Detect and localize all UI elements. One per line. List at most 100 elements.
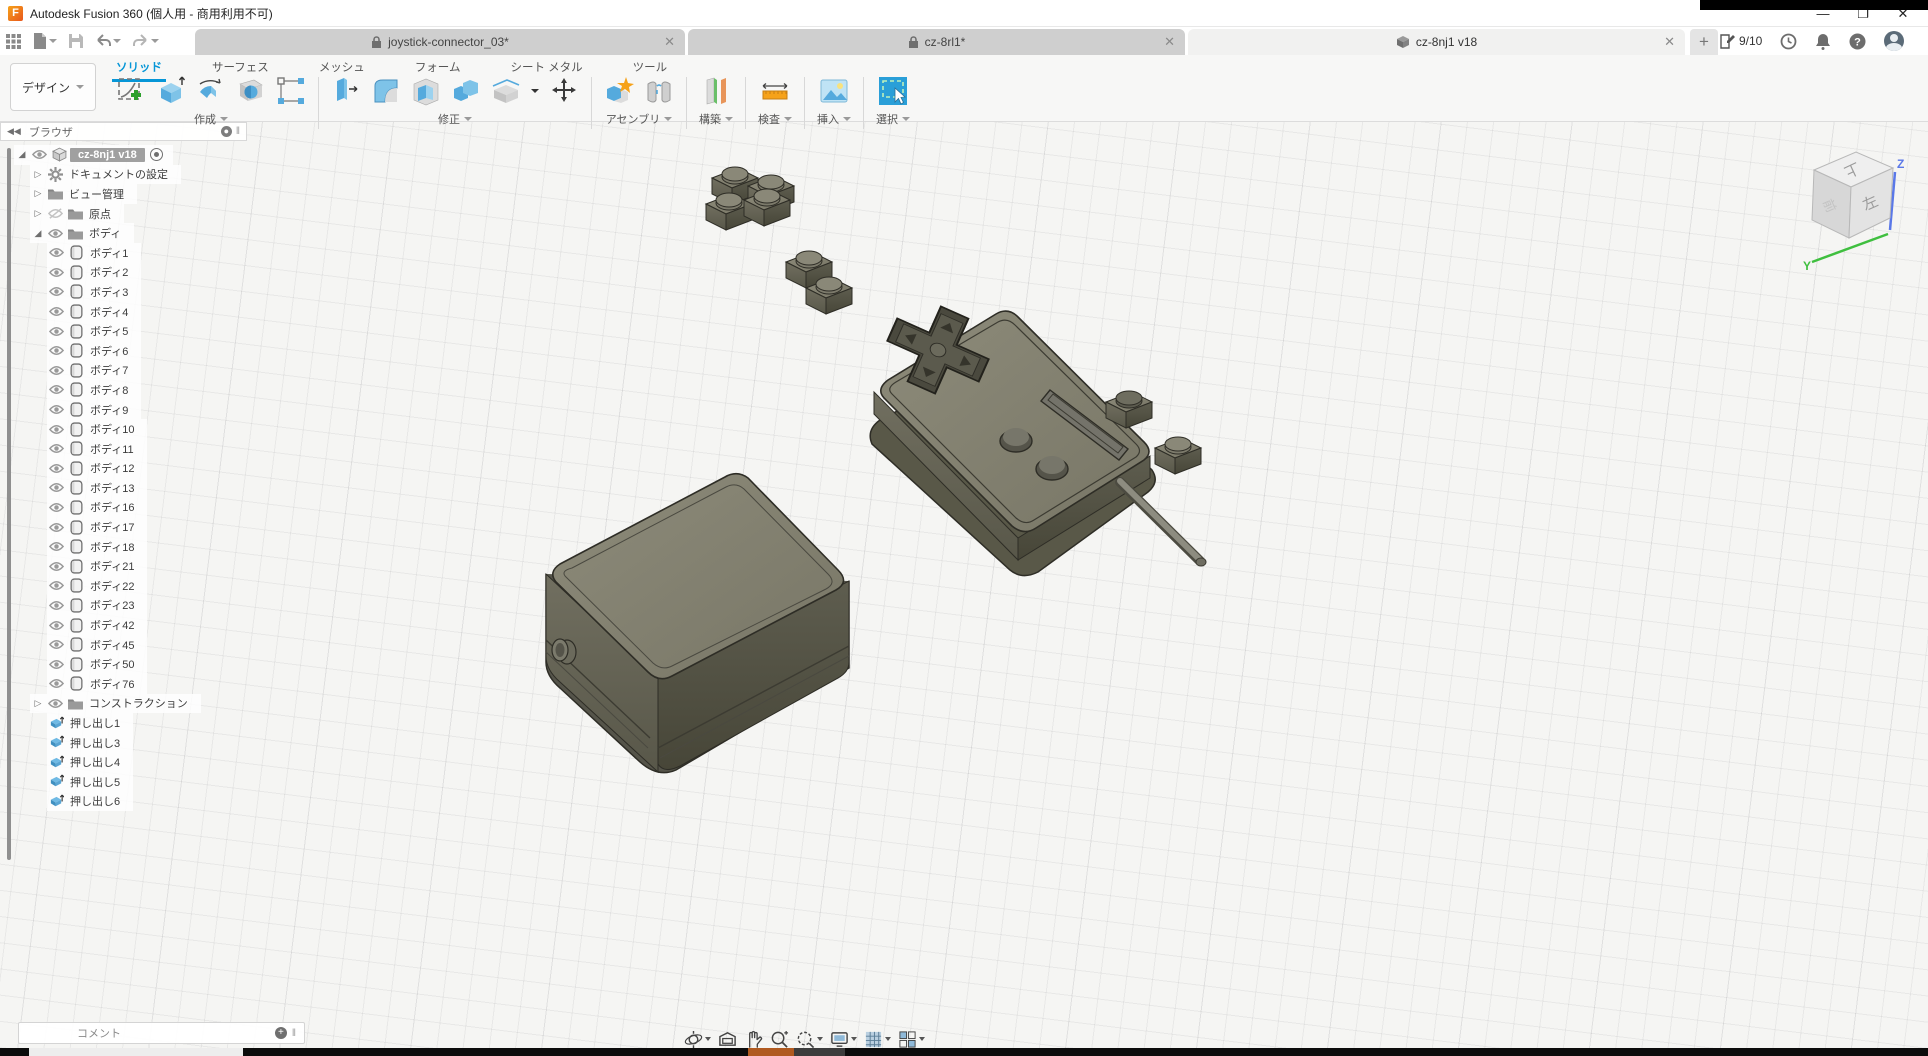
visibility-eye-icon[interactable] (47, 265, 65, 280)
visibility-eye-icon[interactable] (47, 343, 65, 358)
zoom-window-icon[interactable] (796, 1030, 823, 1049)
tree-body-row[interactable]: ボディ7 (47, 361, 141, 381)
tab-cz-8rl1[interactable]: cz-8rl1* ✕ (688, 29, 1185, 55)
hole-icon[interactable] (236, 76, 266, 106)
joint-icon[interactable] (644, 76, 674, 106)
visibility-eye-icon[interactable] (47, 461, 65, 476)
visibility-off-eye-icon[interactable] (46, 206, 64, 221)
visibility-eye-icon[interactable] (47, 441, 65, 456)
3d-viewport[interactable]: Y Z 上 左 前 ◀◀ ブラウザ ● ‖ ◢ (0, 122, 1928, 1048)
visibility-eye-icon[interactable] (47, 520, 65, 535)
select-icon[interactable] (878, 76, 908, 106)
tree-body-row[interactable]: ボディ21 (47, 556, 147, 576)
redo-icon[interactable] (133, 34, 159, 48)
measure-icon[interactable] (760, 76, 790, 106)
split-body-icon[interactable] (491, 76, 521, 106)
workspace-switcher[interactable]: デザイン (10, 63, 96, 111)
construction-plane-icon[interactable] (701, 76, 731, 106)
documents-quota[interactable]: 9/10 (1720, 34, 1762, 49)
look-at-icon[interactable] (718, 1030, 737, 1049)
app-grid-menu-icon[interactable] (6, 34, 21, 49)
orbit-icon[interactable] (684, 1030, 711, 1049)
move-copy-icon[interactable] (549, 76, 579, 106)
construct-dropdown[interactable]: 構築 (699, 111, 733, 127)
tree-extrude-row[interactable]: 押し出し6 (47, 792, 133, 812)
tree-body-row[interactable]: ボディ6 (47, 341, 141, 361)
tree-extrude-row[interactable]: 押し出し5 (47, 772, 133, 792)
visibility-eye-icon[interactable] (47, 402, 65, 417)
visibility-eye-icon[interactable] (47, 363, 65, 378)
visibility-eye-icon[interactable] (30, 147, 48, 162)
tree-body-row[interactable]: ボディ42 (47, 615, 147, 635)
visibility-eye-icon[interactable] (47, 324, 65, 339)
tree-body-row[interactable]: ボディ23 (47, 596, 147, 616)
tree-body-row[interactable]: ボディ16 (47, 498, 147, 518)
visibility-eye-icon[interactable] (46, 226, 64, 241)
viewports-icon[interactable] (898, 1030, 925, 1049)
tree-view-mgmt-row[interactable]: ▷ ビュー管理 (30, 184, 137, 204)
tree-body-row[interactable]: ボディ5 (47, 321, 141, 341)
tree-root-row[interactable]: ◢ cz-8nj1 v18 (14, 145, 173, 165)
tree-body-row[interactable]: ボディ13 (47, 478, 147, 498)
extrude-icon[interactable] (156, 76, 186, 106)
visibility-eye-icon[interactable] (47, 676, 65, 691)
visibility-eye-icon[interactable] (47, 500, 65, 515)
history-clock-icon[interactable] (1780, 33, 1797, 50)
pattern-icon[interactable] (276, 76, 306, 106)
tree-body-row[interactable]: ボディ2 (47, 263, 141, 283)
collapse-icon[interactable]: ▷ (30, 188, 46, 199)
tree-origin-row[interactable]: ▷ 原点 (30, 204, 124, 224)
tab-close-icon[interactable]: ✕ (1164, 34, 1175, 50)
insert-dropdown[interactable]: 挿入 (817, 111, 851, 127)
undo-icon[interactable] (95, 34, 121, 48)
zoom-icon[interactable] (770, 1030, 789, 1049)
grid-settings-icon[interactable] (864, 1030, 891, 1049)
visibility-eye-icon[interactable] (47, 382, 65, 397)
inspect-dropdown[interactable]: 検査 (758, 111, 792, 127)
visibility-eye-icon[interactable] (47, 304, 65, 319)
visibility-eye-icon[interactable] (47, 284, 65, 299)
tree-body-row[interactable]: ボディ8 (47, 380, 141, 400)
modify-dropdown[interactable]: 修正 (438, 111, 472, 127)
file-menu-icon[interactable] (33, 33, 57, 49)
tree-body-row[interactable]: ボディ18 (47, 537, 147, 557)
collapse-icon[interactable]: ▷ (30, 698, 46, 709)
assembly-dropdown[interactable]: アセンブリ (606, 111, 672, 127)
view-cube[interactable]: Y Z 上 左 前 (1803, 152, 1904, 273)
press-pull-icon[interactable] (331, 76, 361, 106)
tree-extrude-row[interactable]: 押し出し3 (47, 733, 133, 753)
tree-body-row[interactable]: ボディ45 (47, 635, 147, 655)
visibility-eye-icon[interactable] (47, 245, 65, 260)
new-tab-button[interactable]: + (1690, 29, 1718, 55)
activate-radio-icon[interactable] (150, 148, 163, 161)
tree-body-row[interactable]: ボディ9 (47, 400, 141, 420)
tree-body-row[interactable]: ボディ50 (47, 654, 147, 674)
modify-more-caret[interactable] (531, 89, 539, 93)
help-icon[interactable]: ? (1849, 33, 1866, 50)
tree-body-row[interactable]: ボディ22 (47, 576, 147, 596)
new-component-icon[interactable] (604, 76, 634, 106)
select-dropdown[interactable]: 選択 (876, 111, 910, 127)
tree-extrude-row[interactable]: 押し出し4 (47, 752, 133, 772)
tab-close-icon[interactable]: ✕ (664, 34, 675, 50)
tree-extrude-row[interactable]: 押し出し1 (47, 713, 133, 733)
tab-joystick-connector[interactable]: joystick-connector_03* ✕ (195, 29, 685, 55)
tree-body-row[interactable]: ボディ10 (47, 419, 147, 439)
tree-construction-row[interactable]: ▷ コンストラクション (30, 694, 201, 714)
visibility-eye-icon[interactable] (47, 480, 65, 495)
visibility-eye-icon[interactable] (47, 637, 65, 652)
visibility-eye-icon[interactable] (46, 696, 64, 711)
save-icon[interactable] (69, 34, 83, 48)
browser-collapse-icon[interactable]: ◀◀ (7, 126, 21, 137)
collapse-icon[interactable]: ▷ (30, 208, 46, 219)
visibility-eye-icon[interactable] (47, 539, 65, 554)
expand-icon[interactable]: ◢ (30, 228, 46, 239)
visibility-eye-icon[interactable] (47, 657, 65, 672)
display-settings-icon[interactable] (830, 1030, 857, 1049)
tree-body-row[interactable]: ボディ3 (47, 282, 141, 302)
tree-body-row[interactable]: ボディ1 (47, 243, 141, 263)
shell-icon[interactable] (411, 76, 441, 106)
pan-hand-icon[interactable] (744, 1030, 763, 1049)
visibility-eye-icon[interactable] (47, 598, 65, 613)
visibility-eye-icon[interactable] (47, 578, 65, 593)
